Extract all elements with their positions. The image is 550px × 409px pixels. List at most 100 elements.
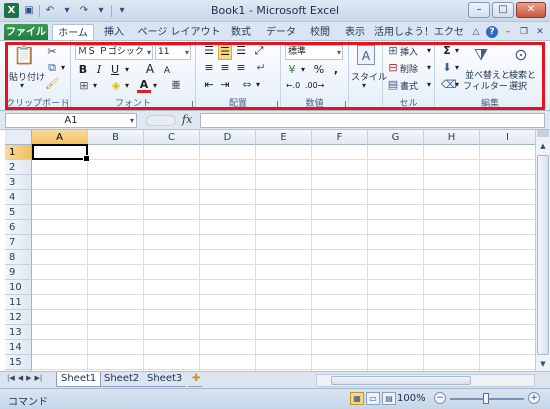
delete-cells-icon[interactable]: ⊟: [387, 61, 399, 75]
formula-bar-handle[interactable]: [146, 115, 176, 126]
sort-filter-icon[interactable]: ⧩: [471, 44, 491, 66]
cut-icon[interactable]: ✂: [45, 45, 59, 59]
format-painter-icon[interactable]: 🖌: [45, 77, 59, 91]
row-header-5[interactable]: 5: [5, 205, 32, 220]
clear-icon[interactable]: ⌫: [441, 78, 457, 92]
styles-dropdown-icon[interactable]: ▾: [362, 81, 366, 90]
row-header-13[interactable]: 13: [5, 325, 32, 340]
tab-data[interactable]: データ: [260, 24, 302, 41]
doc-restore-icon[interactable]: ❐: [518, 26, 530, 38]
close-button[interactable]: ✕: [516, 2, 546, 18]
column-header-i[interactable]: I: [480, 130, 536, 145]
align-middle-icon[interactable]: ☰: [218, 44, 232, 60]
horizontal-scroll-thumb[interactable]: [331, 376, 471, 385]
row-header-10[interactable]: 10: [5, 280, 32, 295]
column-header-e[interactable]: E: [256, 130, 312, 145]
first-sheet-icon[interactable]: |◀: [7, 374, 15, 382]
styles-label[interactable]: スタイル: [351, 70, 387, 83]
select-all-button[interactable]: [5, 130, 32, 145]
align-bottom-icon[interactable]: ☰: [234, 44, 248, 58]
increase-indent-icon[interactable]: ⇥: [218, 78, 232, 92]
tab-addin[interactable]: 活用しよう！エクセル: [374, 24, 464, 55]
insert-sheet-icon[interactable]: ✚: [188, 372, 202, 387]
tab-formulas[interactable]: 数式: [224, 24, 258, 41]
doc-close-icon[interactable]: ✕: [534, 26, 546, 38]
column-header-b[interactable]: B: [88, 130, 144, 145]
fill-dropdown-icon[interactable]: ▾: [453, 61, 461, 75]
tab-view[interactable]: 表示: [338, 24, 372, 41]
vertical-scrollbar[interactable]: ▲ ▼: [535, 130, 550, 371]
paste-label[interactable]: 貼り付け: [9, 70, 45, 83]
tab-home[interactable]: ホーム: [52, 24, 94, 41]
page-layout-view-icon[interactable]: ▭: [366, 392, 380, 405]
delete-dropdown-icon[interactable]: ▾: [425, 61, 433, 75]
vertical-scroll-thumb[interactable]: [537, 155, 549, 355]
underline-button[interactable]: U: [109, 63, 121, 77]
normal-view-icon[interactable]: ▦: [350, 392, 364, 405]
font-name-select[interactable]: ＭＳ Ｐゴシック: [75, 45, 153, 60]
currency-icon[interactable]: ¥: [285, 63, 299, 77]
merge-dropdown-icon[interactable]: ▾: [254, 78, 262, 92]
row-header-14[interactable]: 14: [5, 340, 32, 355]
copy-icon[interactable]: ⧉: [45, 61, 59, 75]
column-header-c[interactable]: C: [144, 130, 200, 145]
insert-dropdown-icon[interactable]: ▾: [425, 44, 433, 58]
paste-icon[interactable]: 📋: [13, 44, 35, 68]
font-size-select[interactable]: 11: [155, 45, 191, 60]
autosum-button[interactable]: Σ: [441, 44, 453, 58]
format-cells-icon[interactable]: ▤: [387, 78, 399, 92]
row-header-1[interactable]: 1: [5, 145, 32, 160]
column-header-f[interactable]: F: [312, 130, 368, 145]
column-header-d[interactable]: D: [200, 130, 256, 145]
column-header-a[interactable]: A: [32, 130, 88, 145]
zoom-slider-thumb[interactable]: [483, 393, 489, 404]
insert-cells-label[interactable]: 挿入: [400, 45, 418, 58]
row-header-7[interactable]: 7: [5, 235, 32, 250]
font-color-dropdown-icon[interactable]: ▾: [151, 79, 159, 93]
vertical-split-handle[interactable]: [537, 130, 549, 137]
minimize-ribbon-icon[interactable]: △: [470, 26, 482, 38]
tab-review[interactable]: 校閲: [304, 24, 336, 41]
sheet-tab-1[interactable]: Sheet1: [56, 372, 102, 387]
sheet-tab-3[interactable]: Sheet3: [143, 372, 187, 387]
binoculars-icon[interactable]: ⊙: [511, 44, 531, 66]
shrink-font-button[interactable]: A: [161, 64, 173, 78]
sheet-tab-2[interactable]: Sheet2: [100, 372, 144, 387]
name-box-dropdown-icon[interactable]: ▾: [130, 114, 134, 127]
number-launcher-icon[interactable]: [339, 101, 346, 108]
decrease-decimal-icon[interactable]: .00→: [305, 79, 324, 93]
phonetic-icon[interactable]: 亜: [169, 79, 183, 93]
align-right-icon[interactable]: ≡: [234, 61, 248, 75]
align-top-icon[interactable]: ☰: [202, 44, 216, 58]
number-format-select[interactable]: 標準: [285, 45, 343, 60]
page-break-view-icon[interactable]: ▤: [382, 392, 396, 405]
fill-color-dropdown-icon[interactable]: ▾: [123, 79, 131, 93]
column-header-h[interactable]: H: [424, 130, 480, 145]
maximize-button[interactable]: □: [492, 2, 514, 18]
format-dropdown-icon[interactable]: ▾: [425, 78, 433, 92]
alignment-launcher-icon[interactable]: [271, 101, 278, 108]
currency-dropdown-icon[interactable]: ▾: [299, 63, 307, 77]
font-launcher-icon[interactable]: [186, 101, 193, 108]
scroll-down-icon[interactable]: ▼: [536, 357, 550, 371]
row-header-9[interactable]: 9: [5, 265, 32, 280]
fill-color-icon[interactable]: ◈: [109, 79, 123, 93]
tab-file[interactable]: ファイル: [4, 24, 48, 41]
find-select-label-2[interactable]: 選択: [509, 79, 527, 92]
row-header-3[interactable]: 3: [5, 175, 32, 190]
last-sheet-icon[interactable]: ▶|: [35, 374, 43, 382]
grow-font-button[interactable]: A: [143, 62, 157, 76]
zoom-out-icon[interactable]: −: [434, 392, 446, 404]
insert-cells-icon[interactable]: ⊞: [387, 44, 399, 58]
row-header-15[interactable]: 15: [5, 355, 32, 370]
tab-page-layout[interactable]: ページ レイアウト: [136, 24, 222, 41]
formula-input[interactable]: [200, 113, 545, 128]
delete-cells-label[interactable]: 削除: [400, 62, 418, 75]
font-color-button[interactable]: A: [137, 79, 151, 93]
name-box[interactable]: A1 ▾: [5, 113, 137, 128]
zoom-level[interactable]: 100%: [397, 393, 426, 404]
scroll-up-icon[interactable]: ▲: [536, 139, 550, 153]
styles-icon[interactable]: A: [357, 45, 375, 65]
decrease-indent-icon[interactable]: ⇤: [202, 78, 216, 92]
paste-dropdown-icon[interactable]: ▾: [20, 81, 24, 90]
